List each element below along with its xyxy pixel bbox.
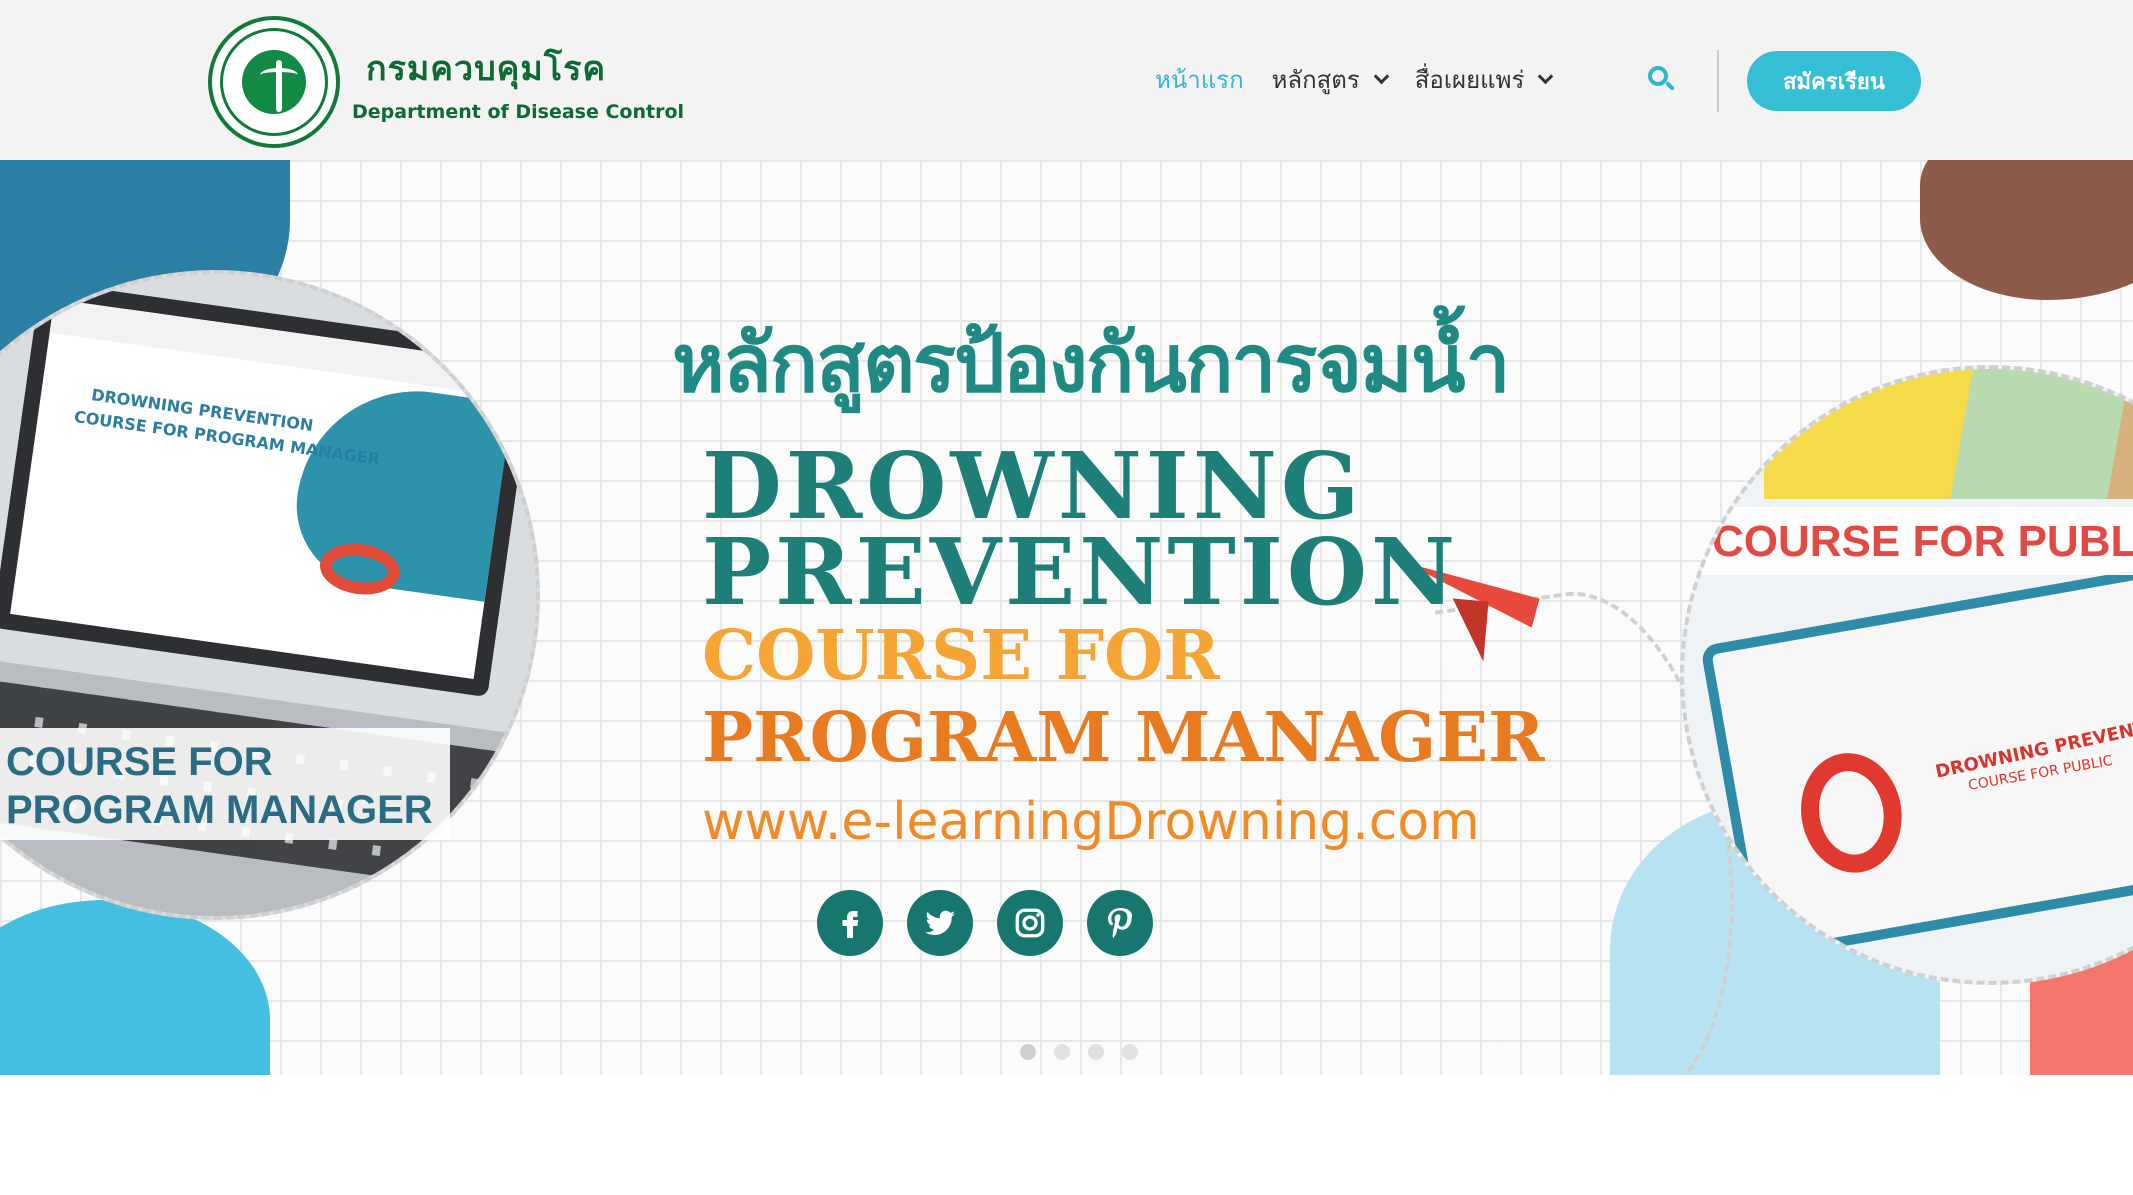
register-button[interactable]: สมัครเรียน [1747, 51, 1921, 111]
nav-divider [1717, 50, 1719, 112]
main-nav: หน้าแรก หลักสูตร สื่อเผยแพร่ [1155, 60, 1579, 99]
nav-home[interactable]: หน้าแรก [1155, 60, 1244, 99]
site-header: กรมควบคุมโรค Department of Disease Contr… [0, 0, 2133, 160]
slider-dots [1020, 1044, 1156, 1060]
social-links [817, 890, 1177, 956]
nav-courses[interactable]: หลักสูตร [1271, 60, 1390, 99]
twitter-icon[interactable] [907, 890, 973, 956]
slider-dot[interactable] [1088, 1044, 1104, 1060]
chevron-down-icon [1373, 68, 1390, 85]
nav-media-label: สื่อเผยแพร่ [1414, 66, 1525, 94]
nav-media[interactable]: สื่อเผยแพร่ [1414, 60, 1554, 99]
logo-name-english: Department of Disease Control [352, 101, 685, 123]
nav-courses-label: หลักสูตร [1271, 66, 1360, 94]
hero-subtitle-line2: PROGRAM MANAGER [702, 698, 1545, 778]
chevron-down-icon [1538, 68, 1554, 85]
instagram-icon[interactable] [997, 890, 1063, 956]
page-content-area [0, 1075, 2133, 1195]
slider-dot[interactable] [1054, 1044, 1070, 1060]
nav-home-label: หน้าแรก [1155, 66, 1244, 94]
ddc-logo[interactable]: กรมควบคุมโรค Department of Disease Contr… [208, 16, 684, 148]
facebook-icon[interactable] [817, 890, 883, 956]
hero-title-line2: PREVENTION [702, 518, 1460, 626]
hero-banner[interactable]: DROWNING PREVENTION COURSE FOR PROGRAM M… [0, 160, 2133, 1075]
hero-website-url[interactable]: www.e-learningDrowning.com [702, 792, 1480, 852]
pinterest-icon[interactable] [1087, 890, 1153, 956]
slider-dot[interactable] [1020, 1044, 1036, 1060]
ministry-seal-icon [208, 16, 340, 148]
search-icon[interactable] [1648, 66, 1675, 92]
slider-dot[interactable] [1122, 1044, 1138, 1060]
logo-name-thai: กรมควบคุมโรค [366, 49, 607, 89]
hero-title-thai: หลักสูตรป้องกันการจมน้ำ [672, 317, 1511, 410]
hero-subtitle-line1: COURSE FOR [702, 616, 1220, 696]
